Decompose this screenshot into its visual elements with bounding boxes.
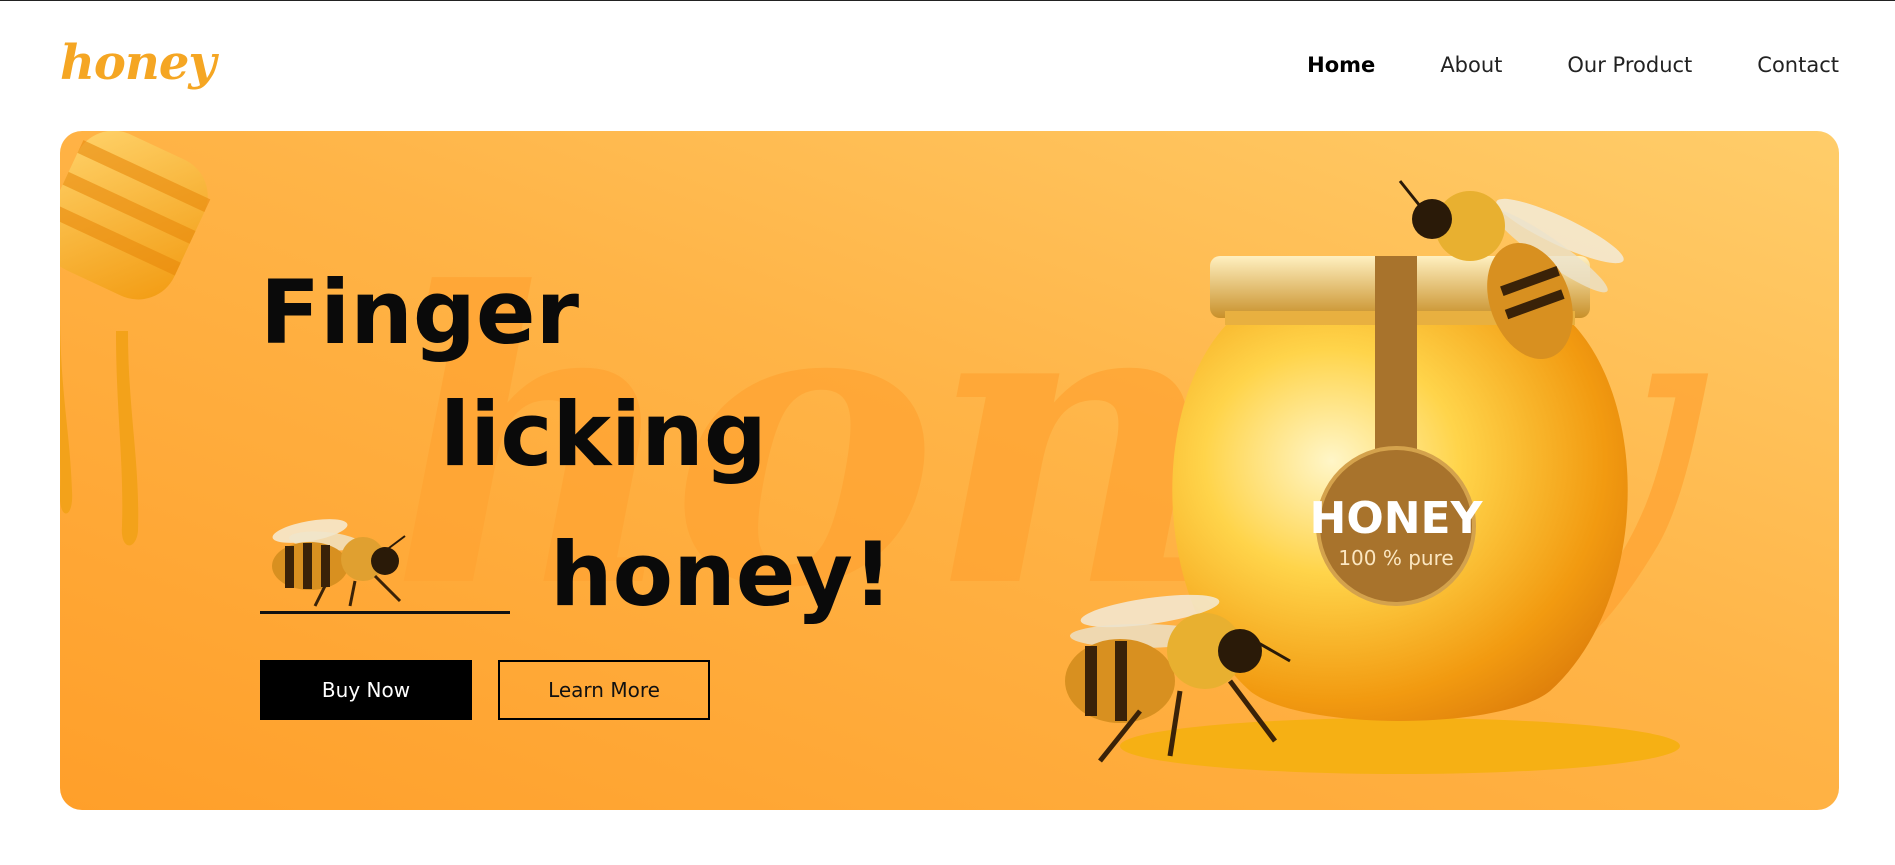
brand-logo[interactable]: honey <box>60 35 216 91</box>
headline-line-3: honey! <box>550 523 893 626</box>
buy-now-button[interactable]: Buy Now <box>260 660 472 720</box>
hero-banner: honey Finger licking honey! Buy Now Lear… <box>60 131 1839 810</box>
jar-label-title: HONEY <box>1310 493 1484 544</box>
main-nav: Home About Our Product Contact <box>1307 53 1839 77</box>
nav-item-our-product[interactable]: Our Product <box>1567 53 1692 77</box>
learn-more-button[interactable]: Learn More <box>498 660 710 720</box>
jar-label-subtitle: 100 % pure <box>1338 546 1453 570</box>
honey-dipper-icon <box>60 131 211 546</box>
headline-line-1: Finger <box>260 261 579 364</box>
honey-jar-illustration: HONEY 100 % pure <box>1065 180 1680 774</box>
nav-item-about[interactable]: About <box>1440 53 1502 77</box>
nav-item-contact[interactable]: Contact <box>1757 53 1839 77</box>
nav-item-home[interactable]: Home <box>1307 53 1375 77</box>
bee-icon <box>272 519 406 607</box>
headline-line-2: licking <box>440 383 767 486</box>
headline-underline <box>260 611 510 614</box>
